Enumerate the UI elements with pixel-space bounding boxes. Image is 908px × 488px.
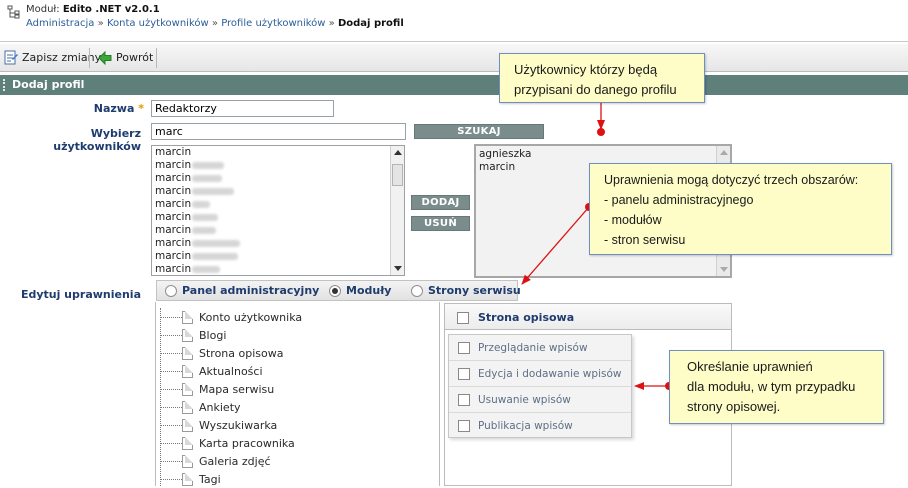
callout-line: strony opisowej.: [687, 399, 781, 414]
callout-line: przypisani do danego profilu: [514, 82, 677, 97]
callout-line: - modułów: [604, 213, 662, 227]
callout-line: dla modułu, w tym przypadku: [687, 379, 856, 394]
callout-line: Uprawnienia mogą dotyczyć trzech obszaró…: [604, 173, 859, 187]
callout-module-rights: Określanie uprawnień dla modułu, w tym p…: [669, 350, 884, 424]
callout-line: Określanie uprawnień: [687, 359, 813, 374]
callout-line: - panelu administracyjnego: [604, 193, 754, 207]
callout-users: Użytkownicy którzy będą przypisani do da…: [499, 53, 705, 103]
callout-areas: Uprawnienia mogą dotyczyć trzech obszaró…: [589, 163, 892, 255]
arrow-users: [597, 103, 605, 136]
arrow-module-rights: [634, 382, 673, 390]
callout-line: - stron serwisu: [604, 233, 686, 247]
arrow-areas: [521, 203, 593, 285]
callout-line: Użytkownicy którzy będą: [514, 62, 658, 77]
